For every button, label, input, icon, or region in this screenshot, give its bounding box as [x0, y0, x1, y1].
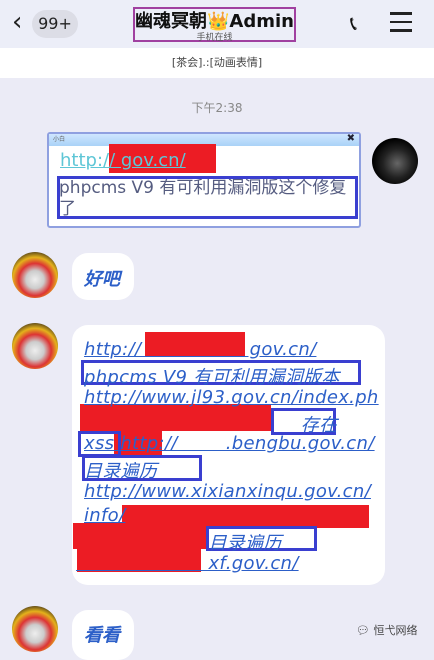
card-link[interactable]: http:// gov.cn/: [60, 150, 186, 171]
chat-title-box[interactable]: 幽魂冥朝👑Admin 手机在线: [133, 7, 296, 43]
close-icon[interactable]: ✖: [347, 133, 355, 144]
message-bubble: http:// gov.cn/ phpcms V9 有可利用漏洞版本 http:…: [72, 325, 385, 585]
avatar-self[interactable]: [372, 138, 418, 184]
message-text: 好吧: [84, 269, 120, 290]
message-link[interactable]: http:// gov.cn/: [84, 339, 316, 360]
message-bubble: 好吧: [72, 253, 134, 300]
back-icon[interactable]: ‹: [12, 8, 22, 36]
message-bubble: 看看: [72, 610, 134, 660]
watermark-text: 恒弋网络: [373, 624, 418, 637]
wechat-icon: 💬︎: [356, 624, 374, 637]
message-link[interactable]: xss http:// .bengbu.gov.cn/: [84, 433, 375, 454]
unread-badge[interactable]: 99+: [32, 10, 78, 38]
message-text: 目录遍历: [76, 533, 282, 554]
message-text: phpcms V9 有可利用漏洞版本: [84, 367, 340, 388]
avatar-other[interactable]: [12, 323, 58, 369]
phone-icon[interactable]: 📞︎: [350, 11, 357, 35]
card-label: 小白: [53, 136, 66, 143]
message-text: 目录遍历: [84, 461, 158, 482]
avatar-other[interactable]: [12, 606, 58, 652]
group-notice[interactable]: [茶会].:[动画表情]: [0, 48, 434, 78]
menu-icon[interactable]: [390, 12, 412, 32]
message-link[interactable]: http://www.xixianxinqu.gov.cn/: [84, 481, 371, 502]
highlight-box: [57, 176, 358, 219]
online-status: 手机在线: [196, 33, 233, 43]
chat-header: ‹ 99+ 幽魂冥朝👑Admin 手机在线 📞︎: [0, 0, 434, 48]
message-link[interactable]: http://www.jl93.gov.cn/index.ph: [84, 387, 379, 408]
watermark: 💬︎ 恒弋网络: [356, 622, 417, 638]
message-link[interactable]: xf.gov.cn/: [76, 553, 299, 574]
message-text: 看看: [84, 625, 120, 646]
timestamp: 下午2:38: [191, 101, 243, 115]
message-link[interactable]: info/: [84, 505, 125, 526]
quoted-message-card[interactable]: 小白 ✖ http:// gov.cn/ phpcms V9 有可利用漏洞版这个修…: [47, 132, 361, 228]
avatar-other[interactable]: [12, 252, 58, 298]
